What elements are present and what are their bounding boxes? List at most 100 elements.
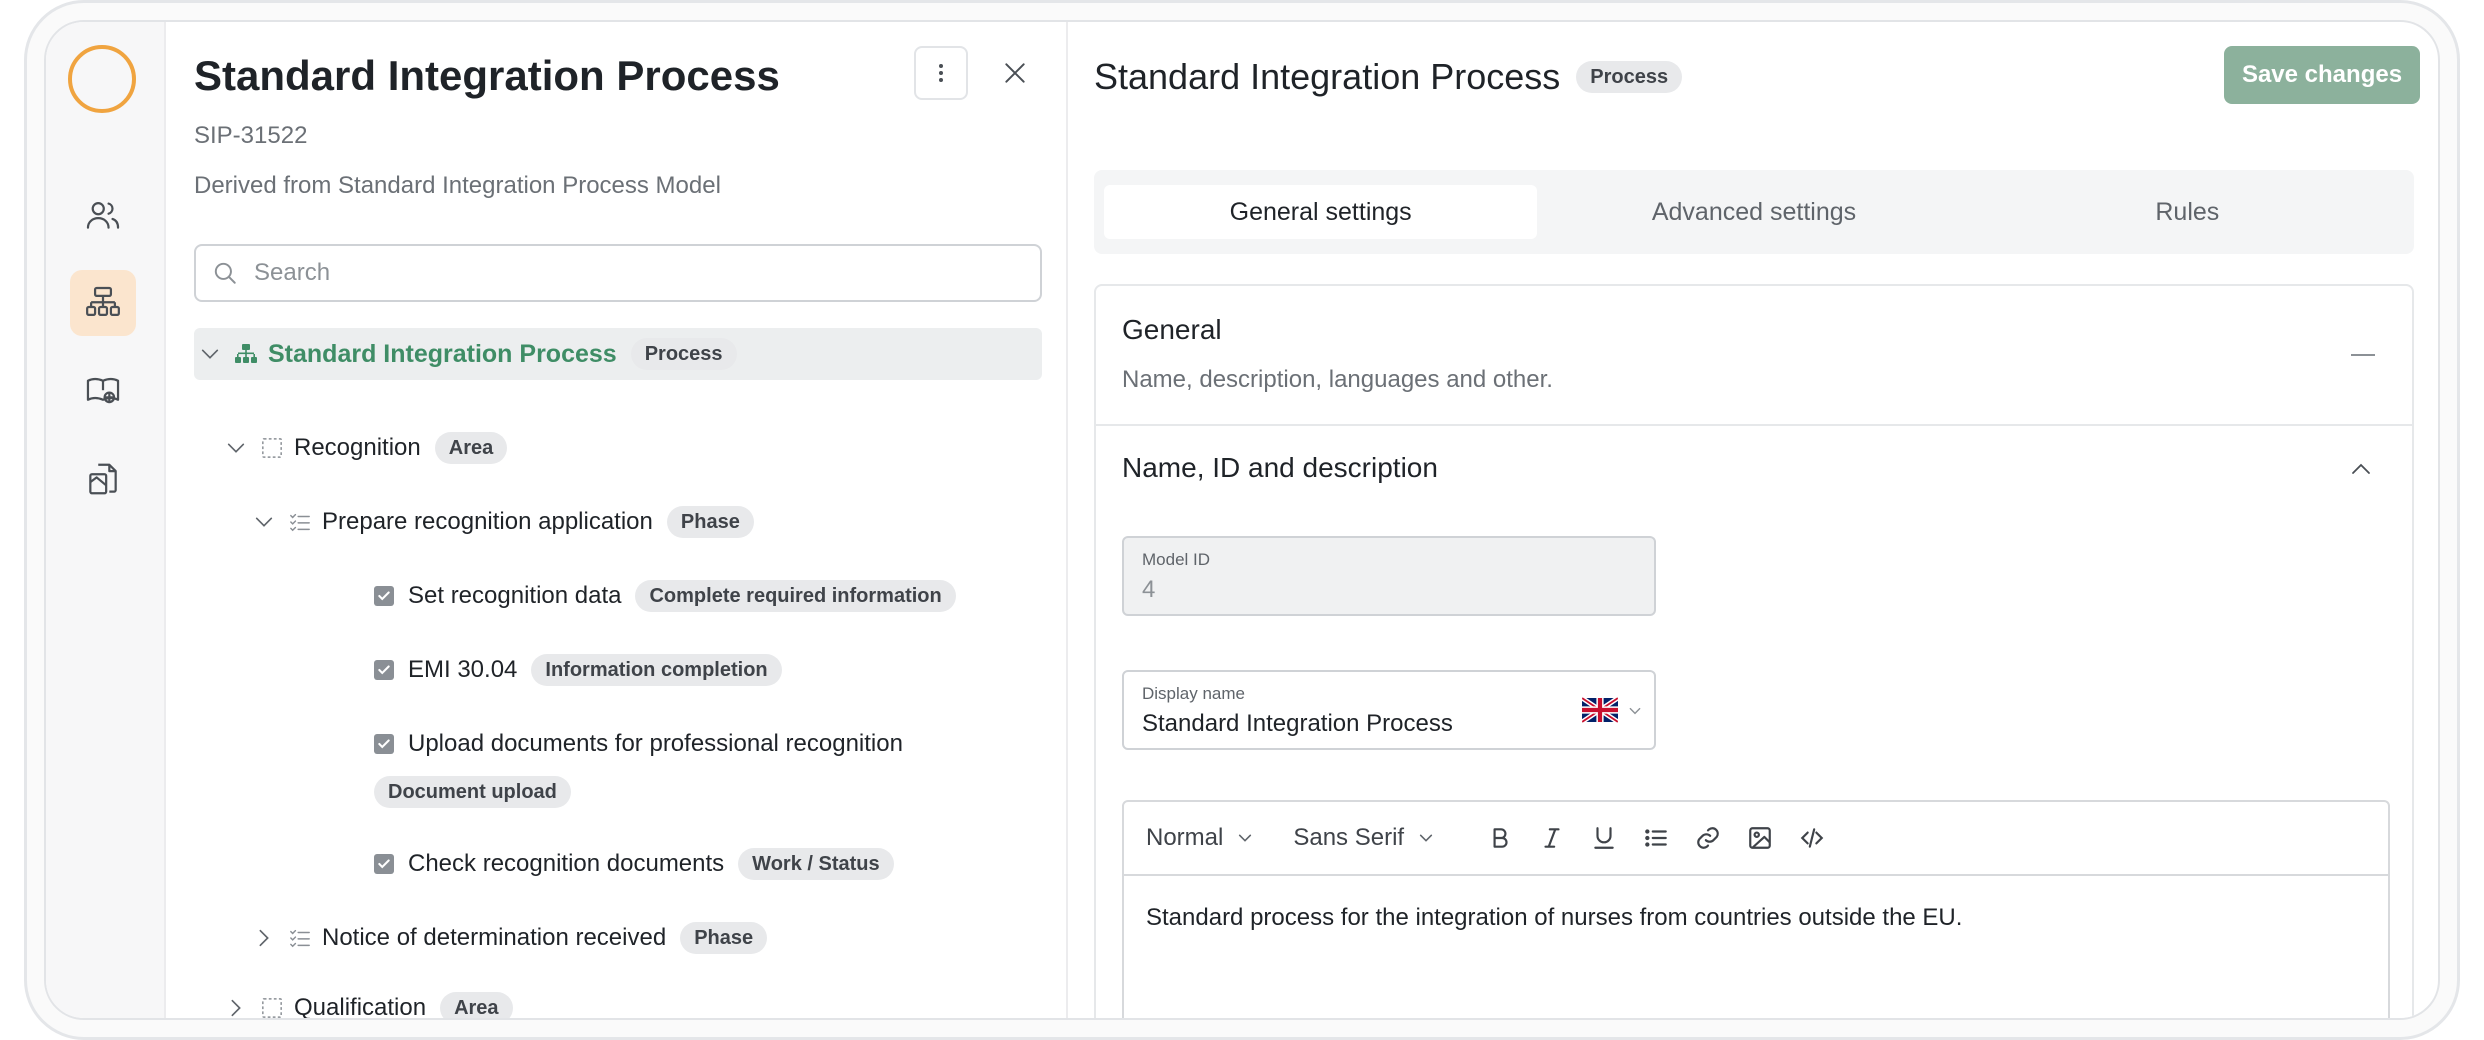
settings-card: General Name, description, languages and… (1094, 284, 2414, 1018)
chevron-up-icon[interactable] (2346, 454, 2376, 484)
more-options-button[interactable] (914, 46, 968, 100)
tree-node-label: Prepare recognition application (322, 508, 653, 535)
phase-list-icon (288, 510, 312, 534)
node-type-badge: Area (440, 992, 513, 1018)
node-type-badge: Phase (680, 922, 768, 954)
font-select[interactable]: Sans Serif (1293, 824, 1434, 852)
format-select-value: Normal (1146, 824, 1224, 851)
more-vertical-icon (939, 64, 943, 82)
bullet-list-button[interactable] (1630, 816, 1682, 860)
documents-icon (89, 463, 117, 495)
area-icon (260, 436, 284, 460)
node-type-badge: Process (630, 338, 737, 370)
tree-node-label: Notice of determination received (322, 924, 667, 951)
node-type-badge: Complete required information (635, 580, 956, 612)
hierarchy-icon (86, 286, 120, 316)
tree-node-root[interactable]: Standard Integration Process Process (194, 328, 1042, 380)
tree-node-set-recognition-data[interactable]: Set recognition data Complete required i… (374, 570, 956, 622)
tree-node-label: Qualification (294, 994, 427, 1020)
phase-list-icon (288, 926, 312, 950)
editor-content[interactable]: Standard process for the integration of … (1124, 876, 2388, 960)
process-code: SIP-31522 (194, 122, 308, 149)
font-select-value: Sans Serif (1293, 824, 1405, 851)
chevron-right-icon[interactable] (222, 994, 250, 1018)
name-section-heading: Name, ID and description (1122, 452, 1438, 483)
tree-node-emi[interactable]: EMI 30.04 Information completion (374, 644, 782, 696)
bold-button[interactable] (1474, 816, 1526, 860)
tab-advanced-settings[interactable]: Advanced settings (1537, 185, 1970, 239)
tab-rules[interactable]: Rules (1971, 185, 2404, 239)
general-section-header[interactable]: General Name, description, languages and… (1096, 286, 2412, 426)
chevron-down-icon (1239, 834, 1252, 842)
save-changes-button[interactable]: Save changes (2224, 46, 2420, 104)
task-check-icon (374, 734, 394, 754)
code-button[interactable] (1786, 816, 1838, 860)
task-check-icon (374, 854, 394, 874)
tree-node-label: Check recognition documents (408, 850, 725, 877)
search-icon (214, 262, 236, 284)
search-input[interactable] (254, 259, 1014, 287)
tree-node-upload-documents[interactable]: Upload documents for professional recogn… (374, 718, 903, 770)
section-heading: General (1122, 314, 1222, 345)
display-name-input[interactable]: Standard Integration Process (1142, 710, 1636, 738)
image-button[interactable] (1734, 816, 1786, 860)
chevron-down-icon[interactable] (222, 434, 250, 462)
link-button[interactable] (1682, 816, 1734, 860)
page-title: Standard Integration Process (1094, 56, 1561, 97)
task-check-icon (374, 586, 394, 606)
tree-node-recognition[interactable]: Recognition Area (222, 422, 508, 474)
image-icon (1749, 827, 1771, 849)
code-icon (1800, 828, 1824, 848)
field-value: 4 (1142, 576, 1156, 603)
node-type-badge: Work / Status (738, 848, 894, 880)
process-icon (234, 342, 258, 366)
tree-node-prepare-application[interactable]: Prepare recognition application Phase (250, 496, 754, 548)
node-type-badge: Information completion (531, 654, 782, 686)
rail-documents-button[interactable] (70, 446, 136, 512)
underline-button[interactable] (1578, 816, 1630, 860)
bullet-list-icon (1645, 829, 1667, 847)
section-description: Name, description, languages and other. (1122, 366, 1553, 393)
tree-node-qualification[interactable]: Qualification Area (222, 982, 513, 1020)
node-type-badge: Area (434, 432, 508, 464)
users-icon (86, 202, 120, 229)
description-editor[interactable]: Normal Sans Serif Standard process for t… (1122, 800, 2390, 1018)
task-check-icon (374, 660, 394, 680)
chevron-down-icon (1419, 834, 1433, 842)
rail-map-button[interactable] (70, 358, 136, 424)
search-box[interactable] (194, 244, 1042, 302)
derived-from-text: Derived from Standard Integration Proces… (194, 172, 721, 199)
app-window: Standard Integration Process SIP-31522 D… (44, 20, 2440, 1020)
tree-node-label: Standard Integration Process (268, 339, 617, 368)
link-icon (1697, 827, 1719, 849)
uk-flag-icon[interactable] (1582, 696, 1618, 724)
tree-node-upload-badge-row: Document upload (360, 766, 571, 818)
format-select[interactable]: Normal (1146, 824, 1253, 852)
chevron-down-icon[interactable] (1628, 704, 1642, 718)
close-icon (1005, 63, 1025, 83)
tree-node-label: EMI 30.04 (408, 656, 518, 683)
tree-node-label: Upload documents for professional recogn… (408, 730, 903, 757)
tree-node-label: Recognition (294, 434, 421, 461)
node-type-badge: Document upload (374, 776, 571, 808)
type-badge: Process (1576, 61, 1683, 93)
tree-node-label: Set recognition data (408, 582, 622, 609)
tab-general-settings[interactable]: General settings (1104, 185, 1538, 239)
underline-icon (1594, 827, 1614, 849)
display-name-field[interactable]: Display name Standard Integration Proces… (1122, 670, 1656, 750)
collapse-icon[interactable] (2350, 342, 2376, 368)
rail-users-button[interactable] (70, 182, 136, 248)
italic-button[interactable] (1526, 816, 1578, 860)
italic-icon (1544, 828, 1560, 848)
node-type-badge: Phase (666, 506, 754, 538)
rail-processes-button[interactable] (70, 270, 136, 336)
field-label: Display name (1142, 684, 1245, 703)
field-label: Model ID (1142, 550, 1211, 569)
chevron-down-icon[interactable] (250, 508, 278, 536)
chevron-right-icon[interactable] (250, 924, 278, 952)
tree-node-check-documents[interactable]: Check recognition documents Work / Statu… (374, 838, 894, 890)
logo[interactable] (68, 45, 136, 113)
chevron-down-icon[interactable] (196, 340, 224, 368)
close-panel-button[interactable] (992, 50, 1038, 96)
tree-node-notice-determination[interactable]: Notice of determination received Phase (250, 912, 768, 964)
